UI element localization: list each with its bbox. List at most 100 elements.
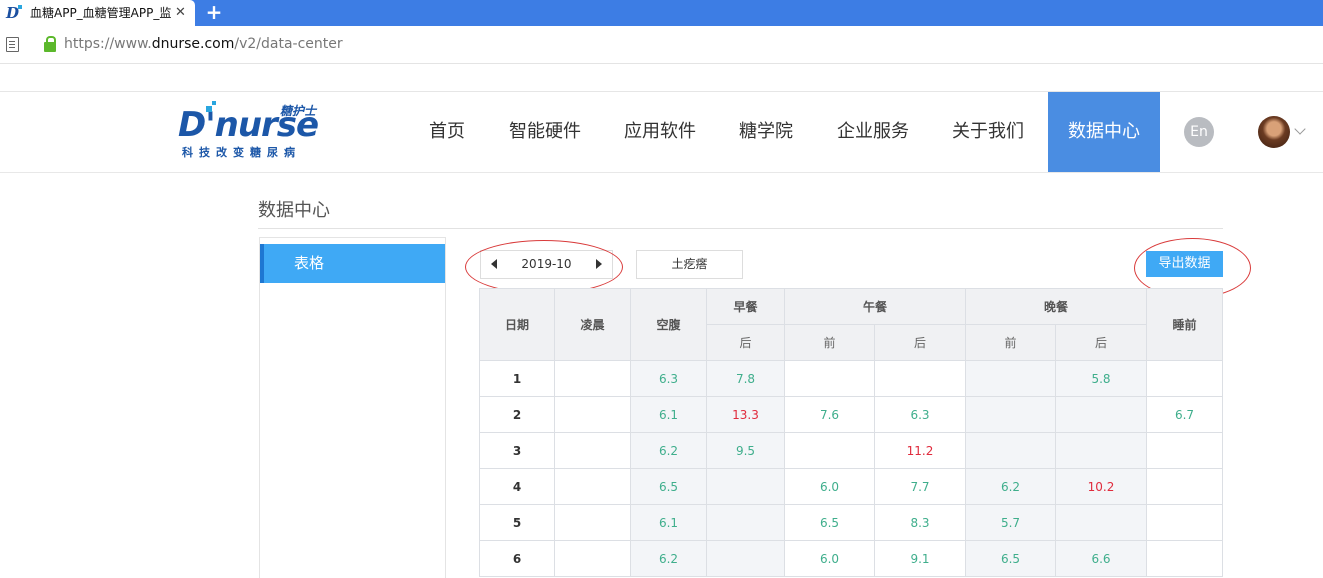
- cell-fasting: 6.3: [630, 360, 707, 397]
- cell-breakfast-after: [706, 504, 785, 541]
- cell-dinner-after: 10.2: [1055, 468, 1147, 505]
- header-fasting: 空腹: [630, 288, 707, 361]
- header-dinner: 晚餐: [965, 288, 1147, 325]
- dnurse-logo[interactable]: D'nurse 糖护士 科技改变糖尿病: [178, 101, 328, 162]
- header-dawn: 凌晨: [554, 288, 631, 361]
- cell-lunch-before: [784, 360, 875, 397]
- month-value: 2019-10: [521, 257, 572, 271]
- page-title: 数据中心: [258, 200, 330, 221]
- sidebar-item-table[interactable]: 表格: [260, 244, 445, 283]
- table-row: 6 6.2 6.0 9.1 6.5 6.6: [479, 540, 1223, 577]
- nav-software[interactable]: 应用软件: [615, 92, 705, 172]
- cell-lunch-before: [784, 432, 875, 469]
- nav-hardware[interactable]: 智能硬件: [500, 92, 590, 172]
- cell-dinner-before: 5.7: [965, 504, 1056, 541]
- nav-enterprise[interactable]: 企业服务: [828, 92, 918, 172]
- cell-dinner-after: 5.8: [1055, 360, 1147, 397]
- logo-brand-name: 糖护士: [280, 104, 317, 118]
- cell-bedtime: 6.7: [1146, 396, 1223, 433]
- cell-lunch-before: 6.5: [784, 504, 875, 541]
- export-data-button[interactable]: 导出数据: [1146, 251, 1223, 277]
- logo-accent-dot-small: [212, 101, 216, 105]
- url-prefix: https://www.: [64, 36, 152, 52]
- user-name-selector[interactable]: 土疙瘩: [636, 250, 743, 279]
- next-month-icon[interactable]: [596, 259, 602, 269]
- cell-bedtime: [1146, 540, 1223, 577]
- cell-day: 5: [479, 504, 555, 541]
- language-switch-button[interactable]: En: [1184, 117, 1214, 147]
- cell-day: 1: [479, 360, 555, 397]
- nav-data-center[interactable]: 数据中心: [1048, 92, 1160, 172]
- nav-academy[interactable]: 糖学院: [730, 92, 802, 172]
- cell-lunch-after: [874, 360, 966, 397]
- cell-bedtime: [1146, 360, 1223, 397]
- cell-fasting: 6.1: [630, 396, 707, 433]
- title-divider: [258, 228, 1223, 229]
- cell-dawn: [554, 468, 631, 505]
- cell-lunch-before: 7.6: [784, 396, 875, 433]
- active-indicator: [260, 244, 264, 283]
- cell-dinner-before: 6.5: [965, 540, 1056, 577]
- cell-bedtime: [1146, 468, 1223, 505]
- cell-lunch-after: 8.3: [874, 504, 966, 541]
- cell-lunch-before: 6.0: [784, 468, 875, 505]
- nav-home[interactable]: 首页: [420, 92, 474, 172]
- glucose-table: 日期 凌晨 空腹 早餐 午餐 晚餐 睡前 后 前 后 前 后 1 6.3 7.8 5.…: [479, 288, 1223, 577]
- close-tab-icon[interactable]: ✕: [175, 0, 186, 26]
- cell-dawn: [554, 360, 631, 397]
- sidebar-item-label: 表格: [294, 254, 325, 272]
- logo-slogan: 科技改变糖尿病: [182, 146, 301, 159]
- cell-breakfast-after: [706, 540, 785, 577]
- cell-dinner-before: [965, 396, 1056, 433]
- url-domain: dnurse.com: [151, 36, 235, 52]
- table-row: 1 6.3 7.8 5.8: [479, 360, 1223, 397]
- user-avatar[interactable]: [1258, 116, 1290, 148]
- cell-fasting: 6.2: [630, 540, 707, 577]
- nav-about[interactable]: 关于我们: [943, 92, 1033, 172]
- header-bedtime: 睡前: [1146, 288, 1223, 361]
- lock-icon[interactable]: [44, 36, 56, 52]
- header-date: 日期: [479, 288, 555, 361]
- cell-lunch-after: 6.3: [874, 396, 966, 433]
- url-field[interactable]: https://www.dnurse.com/v2/data-center: [64, 26, 343, 63]
- cell-dawn: [554, 504, 631, 541]
- cell-lunch-after: 11.2: [874, 432, 966, 469]
- browser-tab-bar: D 血糖APP_血糖管理APP_监测 ✕ +: [0, 0, 1323, 26]
- logo-accent-dot: [206, 106, 212, 112]
- cell-bedtime: [1146, 504, 1223, 541]
- new-tab-button[interactable]: +: [203, 0, 225, 26]
- table-row: 4 6.5 6.0 7.7 6.2 10.2: [479, 468, 1223, 505]
- cell-dinner-before: 6.2: [965, 468, 1056, 505]
- site-header: D'nurse 糖护士 科技改变糖尿病 首页 智能硬件 应用软件 糖学院 企业服…: [0, 92, 1323, 173]
- address-bar: https://www.dnurse.com/v2/data-center: [0, 26, 1323, 64]
- header-lunch: 午餐: [784, 288, 966, 325]
- cell-fasting: 6.2: [630, 432, 707, 469]
- sidebar: 表格: [259, 237, 446, 578]
- site-favicon-icon: D: [6, 5, 24, 21]
- cell-breakfast-after: [706, 468, 785, 505]
- browser-tab[interactable]: D 血糖APP_血糖管理APP_监测 ✕: [0, 0, 195, 26]
- url-path: /v2/data-center: [234, 36, 343, 52]
- cell-day: 3: [479, 432, 555, 469]
- cell-dinner-after: [1055, 504, 1147, 541]
- cell-dinner-after: 6.6: [1055, 540, 1147, 577]
- cell-day: 4: [479, 468, 555, 505]
- table-row: 5 6.1 6.5 8.3 5.7: [479, 504, 1223, 541]
- cell-day: 2: [479, 396, 555, 433]
- cell-dinner-before: [965, 432, 1056, 469]
- cell-dawn: [554, 432, 631, 469]
- tab-title: 血糖APP_血糖管理APP_监测: [30, 6, 172, 20]
- cell-breakfast-after: 13.3: [706, 396, 785, 433]
- header-breakfast: 早餐: [706, 288, 785, 325]
- chevron-down-icon[interactable]: [1294, 123, 1306, 135]
- header-lunch-after: 后: [874, 324, 966, 361]
- page-info-icon[interactable]: [6, 37, 19, 52]
- header-dinner-after: 后: [1055, 324, 1147, 361]
- month-picker: 2019-10: [480, 250, 613, 279]
- cell-lunch-after: 9.1: [874, 540, 966, 577]
- header-dinner-before: 前: [965, 324, 1056, 361]
- cell-dawn: [554, 396, 631, 433]
- cell-dinner-before: [965, 360, 1056, 397]
- cell-breakfast-after: 7.8: [706, 360, 785, 397]
- cell-day: 6: [479, 540, 555, 577]
